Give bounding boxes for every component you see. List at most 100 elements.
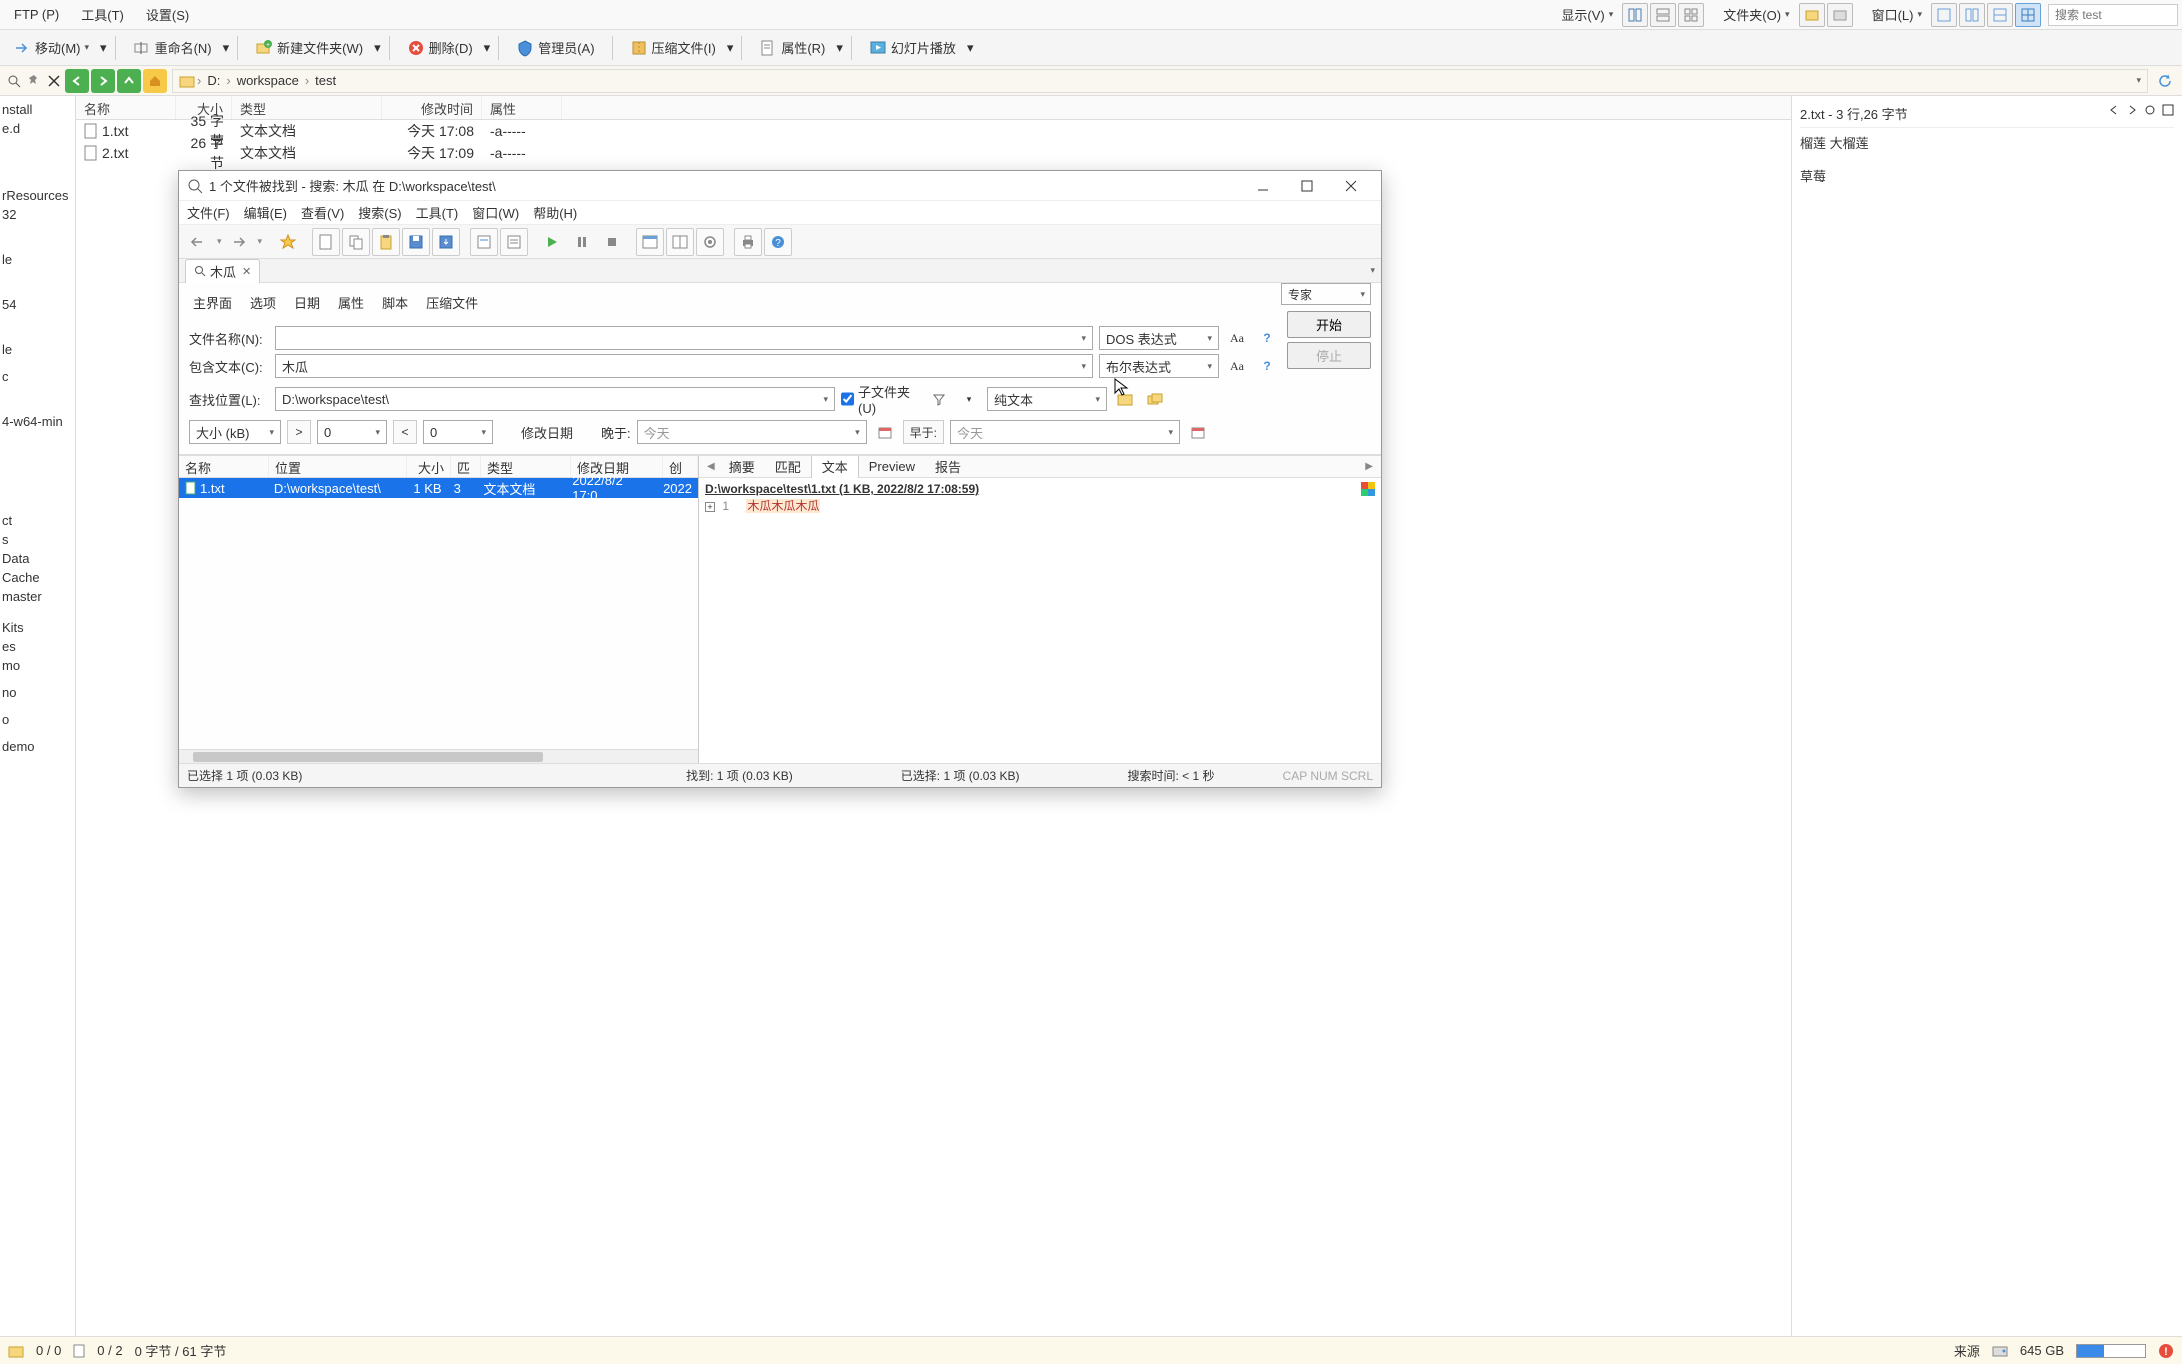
rcol-created[interactable]: 创: [663, 456, 698, 477]
col-type[interactable]: 类型: [232, 96, 382, 119]
tree-item[interactable]: Cache: [2, 568, 73, 587]
tree-item[interactable]: Kits: [2, 618, 73, 637]
tree-item[interactable]: e.d: [2, 119, 73, 138]
tree-item[interactable]: no: [2, 683, 73, 702]
menu-ftp[interactable]: FTP (P): [4, 4, 69, 25]
tab-match[interactable]: 匹配: [765, 455, 811, 478]
after-date-input[interactable]: 今天: [637, 420, 867, 444]
preview-nav-left-icon[interactable]: ◀: [703, 461, 719, 472]
view-mode-3-icon[interactable]: [1678, 3, 1704, 27]
menu-folder[interactable]: 文件夹(O): [1715, 2, 1797, 27]
dlg-menu-file[interactable]: 文件(F): [187, 203, 230, 222]
subfolders-checkbox[interactable]: 子文件夹(U): [841, 382, 921, 416]
col-modified[interactable]: 修改时间: [382, 96, 482, 119]
calendar-icon[interactable]: [873, 420, 897, 444]
calendar-icon[interactable]: [1186, 420, 1210, 444]
help-icon[interactable]: ?: [1255, 326, 1279, 350]
tab-date[interactable]: 日期: [290, 291, 324, 314]
menu-display[interactable]: 显示(V): [1553, 2, 1621, 27]
result-row[interactable]: 1.txt D:\workspace\test\ 1 KB 3 文本文档 202…: [179, 478, 698, 498]
search-input[interactable]: [2048, 4, 2178, 26]
tb-stop-icon[interactable]: [598, 228, 626, 256]
nav-home-button[interactable]: [143, 69, 167, 93]
contains-filter-combo[interactable]: 布尔表达式: [1099, 354, 1219, 378]
menu-window[interactable]: 窗口(L): [1864, 2, 1930, 27]
tree-item[interactable]: Data: [2, 549, 73, 568]
gt-button[interactable]: >: [287, 420, 311, 444]
search-icon[interactable]: [4, 74, 24, 88]
preview-nav-right-icon[interactable]: ▶: [1361, 461, 1377, 472]
prev-icon[interactable]: [2108, 104, 2120, 116]
tab-text[interactable]: 文本: [811, 455, 859, 479]
breadcrumb-dropdown-icon[interactable]: ▾: [2136, 75, 2141, 86]
nav-back-button[interactable]: [65, 69, 89, 93]
contains-input[interactable]: 木瓜: [275, 354, 1093, 378]
help-icon[interactable]: ?: [1255, 354, 1279, 378]
filter-icon[interactable]: [927, 387, 951, 411]
tab-zip[interactable]: 压缩文件: [422, 291, 482, 314]
search-tab[interactable]: 木瓜 ✕: [185, 259, 260, 283]
case-icon[interactable]: Aa: [1225, 326, 1249, 350]
stop-button[interactable]: 停止: [1287, 342, 1371, 369]
tree-item[interactable]: 32: [2, 205, 73, 224]
tb-star-icon[interactable]: [274, 228, 302, 256]
minimize-button[interactable]: [1241, 172, 1285, 200]
pin-icon[interactable]: [24, 74, 44, 88]
tb-help-icon[interactable]: ?: [764, 228, 792, 256]
filename-filter-combo[interactable]: DOS 表达式: [1099, 326, 1219, 350]
breadcrumb-workspace[interactable]: workspace: [233, 73, 303, 88]
col-name[interactable]: 名称: [76, 96, 176, 119]
tb-list2-icon[interactable]: [500, 228, 528, 256]
size-min-input[interactable]: 0: [317, 420, 387, 444]
next-icon[interactable]: [2126, 104, 2138, 116]
file-row[interactable]: 1.txt 35 字节 文本文档 今天 17:08 -a-----: [76, 120, 1791, 142]
browse-folder-icon[interactable]: [1113, 387, 1137, 411]
delete-dropdown[interactable]: ▾: [484, 40, 491, 56]
close-button[interactable]: [1329, 172, 1373, 200]
tab-close-icon[interactable]: ✕: [242, 265, 251, 278]
tb-pause-icon[interactable]: [568, 228, 596, 256]
filter-dropdown-icon[interactable]: ▾: [957, 387, 981, 411]
menu-settings[interactable]: 设置(S): [136, 2, 199, 27]
folder-view-1-icon[interactable]: [1799, 3, 1825, 27]
tb-list1-icon[interactable]: [470, 228, 498, 256]
tb-window1-icon[interactable]: [636, 228, 664, 256]
refresh-icon[interactable]: [2144, 104, 2156, 116]
maximize-button[interactable]: [1285, 172, 1329, 200]
tab-main[interactable]: 主界面: [189, 291, 236, 314]
tree-item[interactable]: s: [2, 530, 73, 549]
browse-folders-icon[interactable]: [1143, 387, 1167, 411]
move-dropdown[interactable]: ▾: [100, 40, 107, 56]
dlg-menu-view[interactable]: 查看(V): [301, 203, 344, 222]
layout-2-icon[interactable]: [1959, 3, 1985, 27]
menu-tools[interactable]: 工具(T): [71, 2, 134, 27]
tree-item[interactable]: mo: [2, 656, 73, 675]
tree-item[interactable]: 54: [2, 295, 73, 314]
location-input[interactable]: D:\workspace\test\: [275, 387, 835, 411]
lt-button[interactable]: <: [393, 420, 417, 444]
expand-icon[interactable]: +: [705, 502, 715, 512]
rcol-type[interactable]: 类型: [481, 456, 571, 477]
tb-paste-icon[interactable]: [372, 228, 400, 256]
tree-item[interactable]: ct: [2, 511, 73, 530]
tb-newdoc-icon[interactable]: [312, 228, 340, 256]
tree-item[interactable]: le: [2, 250, 73, 269]
slideshow-button[interactable]: 幻灯片播放: [860, 33, 965, 62]
rcol-size[interactable]: 大小: [407, 456, 451, 477]
tree-item[interactable]: le: [2, 340, 73, 359]
layout-1-icon[interactable]: [1931, 3, 1957, 27]
layout-4-icon[interactable]: [2015, 3, 2041, 27]
tree-item[interactable]: o: [2, 710, 73, 729]
size-unit-combo[interactable]: 大小 (kB): [189, 420, 281, 444]
newfolder-button[interactable]: +新建文件夹(W): [246, 33, 372, 62]
tb-export-icon[interactable]: [432, 228, 460, 256]
rcol-match[interactable]: 匹配: [451, 456, 481, 477]
tab-preview[interactable]: Preview: [859, 457, 925, 476]
compress-button[interactable]: 压缩文件(I): [621, 33, 725, 62]
tb-forward-dd[interactable]: ▾: [256, 236, 265, 247]
move-button[interactable]: 移动(M)▾: [4, 33, 98, 62]
tab-options[interactable]: 选项: [246, 291, 280, 314]
expand-icon[interactable]: [2162, 104, 2174, 116]
admin-button[interactable]: 管理员(A): [507, 33, 603, 62]
tab-script[interactable]: 脚本: [378, 291, 412, 314]
